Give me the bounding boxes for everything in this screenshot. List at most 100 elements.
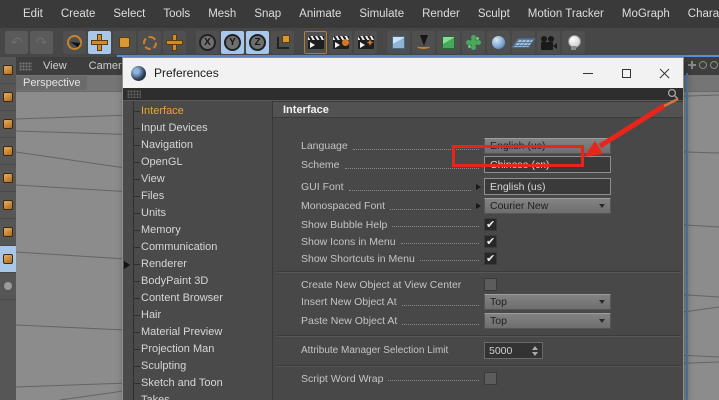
undo-icon[interactable]: ↶ (5, 31, 28, 54)
sidebar-item-files[interactable]: Files (123, 188, 272, 205)
left-toolbar-icon-active[interactable] (0, 246, 16, 273)
generator-icon[interactable] (437, 31, 460, 54)
maximize-button[interactable] (607, 58, 645, 88)
language-dropdown[interactable]: English (us) (484, 138, 611, 154)
render-view-icon[interactable] (304, 31, 327, 54)
sidebar-item-hair[interactable]: Hair (123, 307, 272, 324)
menu-select[interactable]: Select (104, 8, 154, 20)
create-new-object-checkbox[interactable] (484, 278, 497, 291)
attribute-limit-row: Attribute Manager Selection Limit 5000 (301, 342, 543, 359)
scheme-option-chinese[interactable]: Chinese (cn) (484, 156, 611, 173)
menu-mograph[interactable]: MoGraph (613, 8, 679, 20)
left-toolbar-icon[interactable] (0, 165, 16, 192)
insert-new-object-dropdown[interactable]: Top (484, 294, 611, 310)
menu-create[interactable]: Create (52, 8, 105, 20)
menu-render[interactable]: Render (413, 8, 469, 20)
scale-tool-icon[interactable] (113, 31, 136, 54)
dialog-title-bar[interactable]: Preferences (123, 58, 683, 88)
expand-triangle-icon[interactable] (124, 261, 130, 269)
show-shortcuts-in-menu-checkbox[interactable] (484, 252, 497, 265)
sidebar-item-sculpting[interactable]: Sculpting (123, 358, 272, 375)
sidebar-item-opengl[interactable]: OpenGL (123, 154, 272, 171)
show-bubble-help-row: Show Bubble Help (301, 218, 497, 231)
menu-snap[interactable]: Snap (245, 8, 290, 20)
left-toolbar-icon[interactable] (0, 219, 16, 246)
close-button[interactable] (645, 58, 683, 88)
viewport-menu-view[interactable]: View (32, 60, 78, 72)
chevron-down-icon (599, 144, 605, 148)
viewport-view-label[interactable]: Perspective (16, 76, 87, 90)
floor-icon[interactable] (512, 31, 535, 54)
last-tool-icon[interactable] (163, 31, 186, 54)
sidebar-item-units[interactable]: Units (123, 205, 272, 222)
environment-icon[interactable] (487, 31, 510, 54)
axis-lock-z-button[interactable]: Z (246, 31, 269, 54)
search-icon[interactable] (667, 88, 679, 100)
show-bubble-help-checkbox[interactable] (484, 218, 497, 231)
camera-icon[interactable] (537, 31, 560, 54)
coordinate-system-icon[interactable] (271, 31, 294, 54)
insert-new-object-row: Insert New Object At Top (301, 293, 611, 310)
axis-lock-y-button[interactable]: Y (221, 31, 244, 54)
left-toolbar-icon[interactable] (0, 111, 16, 138)
left-toolbar-icon[interactable] (0, 57, 16, 84)
show-icons-in-menu-row: Show Icons in Menu (301, 235, 497, 248)
left-toolbar-icon[interactable] (0, 84, 16, 111)
interface-settings-panel: Interface Language English (us) Scheme C… (273, 101, 683, 400)
pan-view-icon[interactable] (688, 61, 696, 69)
menu-character[interactable]: Character (679, 8, 719, 20)
sidebar-item-memory[interactable]: Memory (123, 222, 272, 239)
menu-tools[interactable]: Tools (154, 8, 199, 20)
menu-animate[interactable]: Animate (290, 8, 350, 20)
sidebar-item-communication[interactable]: Communication (123, 239, 272, 256)
attribute-limit-field[interactable]: 5000 (484, 342, 543, 359)
menu-edit[interactable]: Edit (14, 8, 52, 20)
render-to-picture-viewer-icon[interactable] (329, 31, 352, 54)
rotate-view-icon[interactable] (710, 61, 718, 69)
sidebar-item-material-preview[interactable]: Material Preview (123, 324, 272, 341)
move-tool-icon[interactable] (88, 31, 111, 54)
sidebar-item-interface[interactable]: Interface (123, 103, 272, 120)
menu-simulate[interactable]: Simulate (350, 8, 413, 20)
dialog-grip-icon[interactable] (127, 90, 141, 98)
paste-new-object-dropdown[interactable]: Top (484, 313, 611, 329)
menu-mesh[interactable]: Mesh (199, 8, 245, 20)
expand-arrow-icon[interactable] (476, 184, 481, 190)
sidebar-item-navigation[interactable]: Navigation (123, 137, 272, 154)
sidebar-item-input-devices[interactable]: Input Devices (123, 120, 272, 137)
sidebar-item-takes[interactable]: Takes (123, 392, 272, 400)
rotate-tool-icon[interactable] (138, 31, 161, 54)
deformer-icon[interactable] (462, 31, 485, 54)
spline-pen-icon[interactable] (412, 31, 435, 54)
menu-sculpt[interactable]: Sculpt (469, 8, 519, 20)
axis-lock-x-button[interactable]: X (196, 31, 219, 54)
sidebar-item-bodypaint-3d[interactable]: BodyPaint 3D (123, 273, 272, 290)
right-viewport-border (686, 73, 688, 400)
light-icon[interactable] (562, 31, 585, 54)
left-toolbar-icon[interactable] (0, 192, 16, 219)
spinner-arrows-icon[interactable] (532, 346, 538, 356)
sidebar-item-renderer[interactable]: Renderer (123, 256, 272, 273)
live-selection-icon[interactable] (63, 31, 86, 54)
panel-grip-icon[interactable] (19, 62, 32, 71)
menu-motion-tracker[interactable]: Motion Tracker (519, 8, 613, 20)
cinema4d-screen: Edit Create Select Tools Mesh Snap Anima… (0, 0, 719, 400)
left-toolbar-icon[interactable] (0, 273, 16, 300)
gui-font-label: GUI Font (301, 181, 344, 193)
monospaced-font-dropdown[interactable]: Courier New (484, 198, 611, 214)
zoom-view-icon[interactable] (699, 61, 707, 69)
gui-font-field[interactable]: English (us) (484, 178, 611, 195)
expand-arrow-icon[interactable] (476, 203, 481, 209)
redo-icon[interactable]: ↷ (30, 31, 53, 54)
minimize-button[interactable] (569, 58, 607, 88)
left-toolbar-icon[interactable] (0, 138, 16, 165)
show-icons-in-menu-checkbox[interactable] (484, 235, 497, 248)
sidebar-item-view[interactable]: View (123, 171, 272, 188)
sidebar-item-projection-man[interactable]: Projection Man (123, 341, 272, 358)
script-word-wrap-checkbox[interactable] (484, 372, 497, 385)
sidebar-item-sketch-and-toon[interactable]: Sketch and Toon (123, 375, 272, 392)
sidebar-item-content-browser[interactable]: Content Browser (123, 290, 272, 307)
maximize-icon (622, 69, 631, 78)
add-cube-icon[interactable] (387, 31, 410, 54)
render-settings-icon[interactable] (354, 31, 377, 54)
